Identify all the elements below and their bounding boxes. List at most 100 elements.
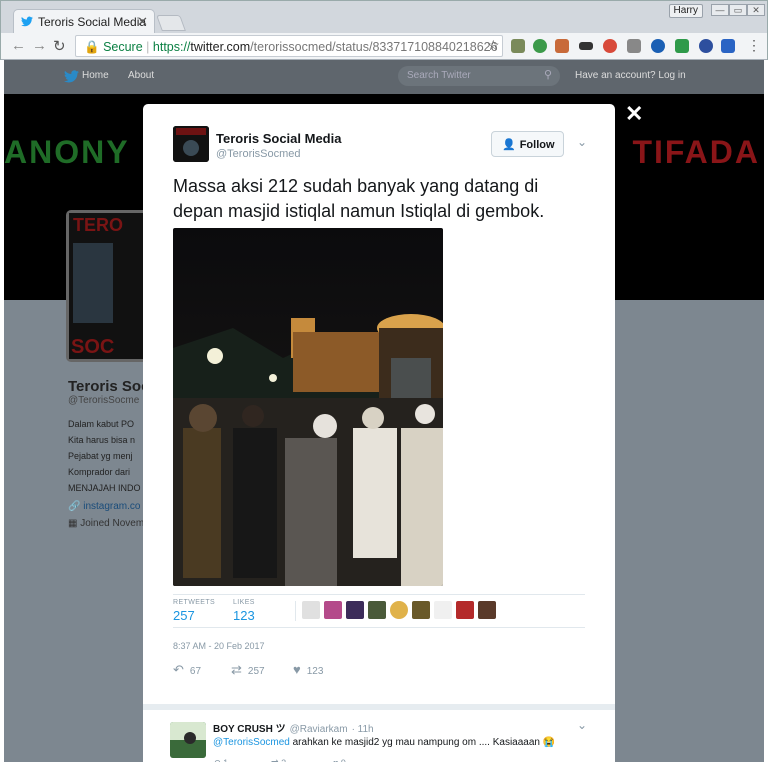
tweet-author-name[interactable]: Teroris Social Media <box>216 131 341 146</box>
retweets-stat[interactable]: RETWEETS 257 <box>173 599 215 623</box>
camera-icon[interactable] <box>627 39 641 53</box>
profile-link-text: instagram.co <box>83 501 141 512</box>
likes-count: 123 <box>233 608 255 623</box>
new-tab-button[interactable] <box>156 15 186 31</box>
twitter-navbar: Home About Search Twitter ⚲ Have an acco… <box>4 60 764 94</box>
tweet-modal: Teroris Social Media @TerorisSocmed 👤 Fol… <box>143 104 615 762</box>
like-button[interactable]: ♥ 123 <box>293 662 323 677</box>
chevron-down-icon[interactable]: ⌄ <box>577 718 587 732</box>
chevron-down-icon[interactable]: ⌄ <box>577 135 587 149</box>
reply-retweet-count: 2 <box>281 758 286 762</box>
browser-tab[interactable]: Teroris Social Media ✕ <box>13 9 155 33</box>
forward-icon[interactable]: → <box>32 37 47 54</box>
reply-time[interactable]: · 11h <box>352 724 374 735</box>
reply-button[interactable]: ↶ 67 <box>173 662 201 678</box>
retweets-label: RETWEETS <box>173 599 216 606</box>
extension-icon[interactable] <box>721 39 735 53</box>
reply-mention[interactable]: @TerorisSocmed <box>213 737 290 748</box>
opera-icon[interactable] <box>603 39 617 53</box>
svg-text:TERO: TERO <box>73 215 123 235</box>
kebab-menu-icon[interactable]: ⋮ <box>747 37 761 54</box>
reply-retweet-button[interactable]: ⇄ 2 <box>271 758 286 762</box>
profile-avatar[interactable]: TERO SOC <box>66 210 154 362</box>
search-input[interactable]: Search Twitter ⚲ <box>398 66 560 86</box>
joined-text: Joined Novem <box>80 518 145 529</box>
extension-icon[interactable] <box>555 39 569 53</box>
svg-text:SOC: SOC <box>71 336 114 358</box>
retweet-icon: ⇄ <box>271 758 279 762</box>
retweet-button[interactable]: ⇄ 257 <box>231 662 265 678</box>
reply-author-avatar[interactable] <box>170 722 206 758</box>
profile-user-button[interactable]: Harry <box>668 4 703 18</box>
extension-icon[interactable] <box>579 42 593 50</box>
reply-body: arahkan ke masjid2 yg mau nampung om ...… <box>289 737 556 748</box>
twitter-bird-icon <box>21 16 33 27</box>
maximize-icon[interactable]: ▭ <box>729 4 747 16</box>
search-icon[interactable]: ⚲ <box>544 68 552 81</box>
lock-icon: 🔒 <box>84 40 100 54</box>
bookmark-star-icon[interactable]: ☆ <box>487 37 500 54</box>
extension-icon[interactable] <box>533 39 547 53</box>
reply-author: BOY CRUSH ツ @Raviarkam · 11h <box>213 720 374 735</box>
likes-stat[interactable]: LIKES 123 <box>233 599 255 623</box>
reply-like-button[interactable]: ♥ 9 <box>333 758 346 762</box>
retweet-count: 257 <box>247 666 265 677</box>
like-count: 123 <box>306 666 324 677</box>
minimize-icon[interactable]: — <box>711 4 729 16</box>
reply-icon: ↶ <box>213 758 221 762</box>
avatar-image <box>170 722 206 758</box>
browser-toolbar: ← → ↻ 🔒 Secure | https://twitter.com/ter… <box>1 33 767 60</box>
modal-close-icon[interactable]: ✕ <box>625 101 643 127</box>
tweet-timestamp[interactable]: 8:37 AM - 20 Feb 2017 <box>173 641 265 651</box>
reply-reply-count: 1 <box>223 758 228 762</box>
liker-avatar[interactable] <box>412 601 430 619</box>
url-host: twitter.com <box>190 40 251 54</box>
tweet-photo[interactable] <box>173 228 443 586</box>
reply-tweet[interactable]: BOY CRUSH ツ @Raviarkam · 11h ⌄ @TerorisSoc… <box>143 704 615 762</box>
extension-icon[interactable] <box>699 39 713 53</box>
avatar-image: TERO SOC <box>69 213 151 359</box>
liker-avatar[interactable] <box>456 601 474 619</box>
tweet-author-handle[interactable]: @TerorisSocmed <box>216 148 301 160</box>
search-placeholder: Search Twitter <box>407 70 471 81</box>
tab-title: Teroris Social Media <box>38 15 147 29</box>
url-scheme: https:// <box>152 40 191 54</box>
reply-count: 67 <box>189 666 202 677</box>
avatar-image <box>173 126 209 162</box>
liker-avatar[interactable] <box>478 601 496 619</box>
heart-icon: ♥ <box>333 758 338 762</box>
liker-avatar[interactable] <box>302 601 320 619</box>
reply-like-count: 9 <box>341 758 346 762</box>
calendar-icon: ▦ <box>68 518 78 529</box>
nav-about-link[interactable]: About <box>128 70 154 81</box>
extension-icon[interactable] <box>511 39 525 53</box>
window-close-icon[interactable]: ✕ <box>747 4 765 16</box>
tab-close-icon[interactable]: ✕ <box>137 14 148 30</box>
banner-left-text: ANONY <box>4 134 130 170</box>
address-bar[interactable]: 🔒 Secure | https://twitter.com/terorisso… <box>75 35 503 57</box>
liker-avatar[interactable] <box>324 601 342 619</box>
browser-chrome: Teroris Social Media ✕ Harry — ▭ ✕ ← → ↻… <box>0 0 768 60</box>
reload-icon[interactable]: ↻ <box>53 37 66 55</box>
reply-author-handle[interactable]: @Raviarkam <box>290 724 348 735</box>
likers-avatars <box>295 601 505 621</box>
liker-avatar[interactable] <box>390 601 408 619</box>
nav-home-link[interactable]: Home <box>82 70 109 81</box>
tweet-author-avatar[interactable] <box>173 126 209 162</box>
heart-icon: ♥ <box>293 662 301 677</box>
back-icon[interactable]: ← <box>11 37 26 54</box>
liker-avatar[interactable] <box>368 601 386 619</box>
retweet-icon: ⇄ <box>231 662 242 677</box>
liker-avatar[interactable] <box>346 601 364 619</box>
extension-icon[interactable] <box>675 39 689 53</box>
retweets-count: 257 <box>173 608 195 623</box>
login-link[interactable]: Have an account? Log in <box>575 70 686 81</box>
secure-label: Secure <box>103 40 143 54</box>
reply-author-name[interactable]: BOY CRUSH ツ <box>213 724 286 735</box>
extension-icon[interactable] <box>651 39 665 53</box>
add-user-icon: 👤 <box>502 139 516 151</box>
follow-button[interactable]: 👤 Follow <box>491 131 564 157</box>
reply-text: @TerorisSocmed arahkan ke masjid2 yg mau… <box>213 737 555 748</box>
liker-avatar[interactable] <box>434 601 452 619</box>
reply-reply-button[interactable]: ↶ 1 <box>213 758 228 762</box>
